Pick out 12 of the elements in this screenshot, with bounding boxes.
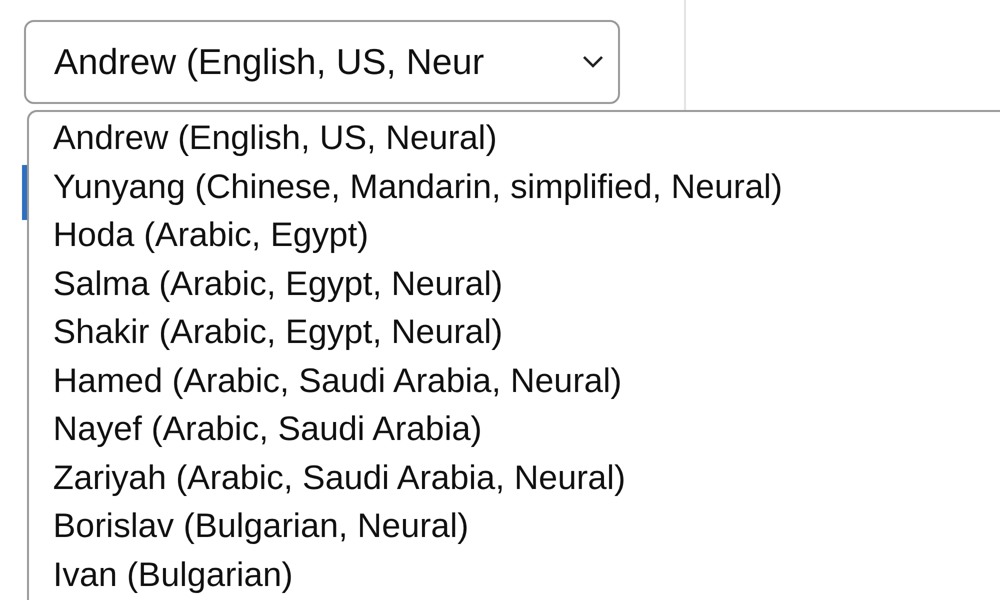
voice-select[interactable]: Andrew (English, US, Neur bbox=[24, 20, 620, 104]
dropdown-option[interactable]: Ivan (Bulgarian) bbox=[53, 550, 294, 599]
dropdown-option[interactable]: Borislav (Bulgarian, Neural) bbox=[53, 502, 469, 550]
dropdown-option[interactable]: Hoda (Arabic, Egypt) bbox=[53, 211, 369, 260]
dropdown-option[interactable]: Zariyah (Arabic, Saudi Arabia, Neural) bbox=[53, 454, 626, 502]
dropdown-option[interactable]: Yunyang (Chinese, Mandarin, simplified, Neural) bbox=[53, 162, 782, 211]
dropdown-option[interactable]: Andrew (English, US, Neural) bbox=[53, 114, 498, 162]
dropdown-option[interactable]: Nayef (Arabic, Saudi Arabia) bbox=[53, 405, 482, 454]
chevron-down-icon bbox=[582, 55, 604, 69]
dropdown-option[interactable]: Hamed (Arabic, Saudi Arabia, Neural) bbox=[53, 356, 622, 405]
dropdown-option[interactable]: Salma (Arabic, Egypt, Neural) bbox=[53, 260, 503, 308]
dropdown-option[interactable]: Shakir (Arabic, Egypt, Neural) bbox=[53, 308, 503, 356]
